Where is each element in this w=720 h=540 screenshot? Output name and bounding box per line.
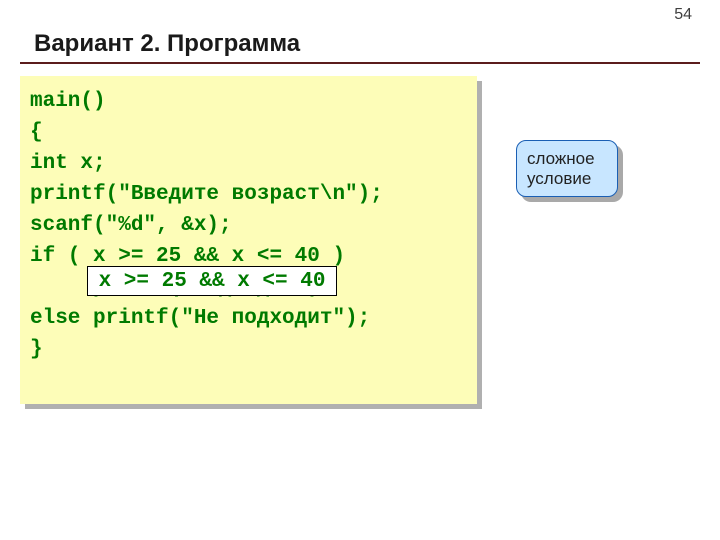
code-line: int x; <box>30 148 463 179</box>
callout-line: условие <box>527 169 591 189</box>
page-number: 54 <box>674 6 692 24</box>
code-line: main() <box>30 86 463 117</box>
callout-line: сложное <box>527 149 595 169</box>
code-block: main() { int x; printf("Введите возраст\… <box>20 76 477 404</box>
code-line: printf("Введите возраст\n"); <box>30 179 463 210</box>
code-line: else printf("Не подходит"); <box>30 303 463 334</box>
code-line: scanf("%d", &x); <box>30 210 463 241</box>
condition-inner-text: x >= 25 && x <= 40 <box>99 270 326 293</box>
code-line: { <box>30 117 463 148</box>
condition-expr: x >= 25 && x <= 40 <box>93 245 320 268</box>
title-underline <box>20 62 700 64</box>
callout-label: сложное условие <box>516 140 618 197</box>
if-token: if ( <box>30 245 93 268</box>
code-line: } <box>30 334 463 365</box>
highlight-condition: x >= 25 && x <= 40 <box>87 266 337 296</box>
slide-title: Вариант 2. Программа <box>34 30 300 58</box>
paren-close: ) <box>320 245 345 268</box>
